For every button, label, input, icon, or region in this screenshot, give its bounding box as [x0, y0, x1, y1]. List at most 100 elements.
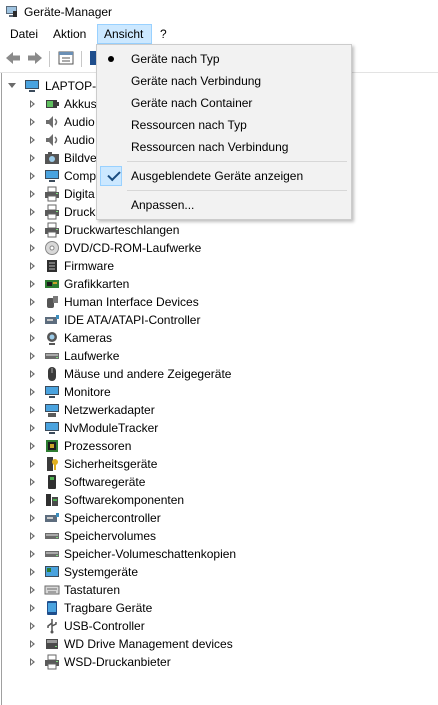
tree-category-label: Akkus	[64, 97, 97, 111]
tree-category[interactable]: IDE ATA/ATAPI-Controller	[0, 311, 438, 329]
monitor-icon	[44, 384, 60, 400]
tree-category-label: NvModuleTracker	[64, 421, 159, 435]
tree-category[interactable]: DVD/CD-ROM-Laufwerke	[0, 239, 438, 257]
tree-category[interactable]: Sicherheitsgeräte	[0, 455, 438, 473]
expand-arrow-icon[interactable]	[30, 154, 35, 162]
view-menu-item-label: Ressourcen nach Verbindung	[131, 140, 289, 154]
expand-arrow-icon[interactable]	[30, 478, 35, 486]
view-menu-dropdown: Geräte nach Typ Geräte nach Verbindung Ger…	[96, 44, 352, 220]
tree-category[interactable]: WD Drive Management devices	[0, 635, 438, 653]
collapse-arrow-icon[interactable]	[8, 83, 16, 88]
volume-icon	[44, 528, 60, 544]
expand-arrow-icon[interactable]	[30, 208, 35, 216]
menu-ansicht[interactable]: Ansicht	[97, 24, 152, 44]
computer-icon	[44, 168, 60, 184]
menu-aktion[interactable]: Aktion	[47, 24, 92, 44]
expand-arrow-icon[interactable]	[30, 568, 35, 576]
tree-category[interactable]: Speichervolumes	[0, 527, 438, 545]
expand-arrow-icon[interactable]	[30, 640, 35, 648]
menu-help[interactable]: ?	[154, 24, 173, 44]
view-menu-item[interactable]: Ausgeblendete Geräte anzeigen	[97, 165, 351, 187]
view-menu-item-label: Anpassen...	[131, 198, 195, 212]
tree-category[interactable]: Druckwarteschlangen	[0, 221, 438, 239]
tree-category[interactable]: NvModuleTracker	[0, 419, 438, 437]
tree-category[interactable]: Netzwerkadapter	[0, 401, 438, 419]
tree-category-label: Bildve	[64, 151, 97, 165]
tree-category[interactable]: Laufwerke	[0, 347, 438, 365]
tree-category[interactable]: Tragbare Geräte	[0, 599, 438, 617]
tree-category[interactable]: USB-Controller	[0, 617, 438, 635]
view-menu-item[interactable]: Geräte nach Container	[97, 92, 351, 114]
view-menu-item[interactable]: Ressourcen nach Verbindung	[97, 136, 351, 158]
view-menu-item[interactable]: Ressourcen nach Typ	[97, 114, 351, 136]
tree-category-label: Kameras	[64, 331, 113, 345]
view-menu-item[interactable]: Geräte nach Verbindung	[97, 70, 351, 92]
expand-arrow-icon[interactable]	[30, 100, 35, 108]
properties-icon[interactable]	[57, 49, 75, 67]
tree-category[interactable]: Tastaturen	[0, 581, 438, 599]
expand-arrow-icon[interactable]	[30, 316, 35, 324]
tree-category[interactable]: Speicher-Volumeschattenkopien	[0, 545, 438, 563]
tree-category[interactable]: Softwarekomponenten	[0, 491, 438, 509]
view-menu-item-label: Ressourcen nach Typ	[131, 118, 247, 132]
tree-category[interactable]: Grafikkarten	[0, 275, 438, 293]
audio-icon	[44, 114, 60, 130]
tree-category-label: Druck	[64, 205, 96, 219]
disc-icon	[44, 240, 60, 256]
expand-arrow-icon[interactable]	[30, 424, 35, 432]
tree-category[interactable]: Prozessoren	[0, 437, 438, 455]
expand-arrow-icon[interactable]	[30, 550, 35, 558]
security-key-icon	[44, 456, 60, 472]
expand-arrow-icon[interactable]	[30, 622, 35, 630]
expand-arrow-icon[interactable]	[30, 514, 35, 522]
expand-arrow-icon[interactable]	[30, 604, 35, 612]
expand-arrow-icon[interactable]	[30, 334, 35, 342]
battery-icon	[44, 96, 60, 112]
back-arrow-icon[interactable]	[4, 49, 22, 67]
monitor-icon	[44, 420, 60, 436]
tree-category[interactable]: Kameras	[0, 329, 438, 347]
tree-category-label: IDE ATA/ATAPI-Controller	[64, 313, 201, 327]
tree-category[interactable]: WSD-Druckanbieter	[0, 653, 438, 671]
expand-arrow-icon[interactable]	[30, 406, 35, 414]
expand-arrow-icon[interactable]	[30, 190, 35, 198]
tree-category[interactable]: Firmware	[0, 257, 438, 275]
tree-category-label: Tastaturen	[64, 583, 121, 597]
expand-arrow-icon[interactable]	[30, 442, 35, 450]
view-menu-item-label: Geräte nach Verbindung	[131, 74, 262, 88]
view-menu-item[interactable]: Anpassen...	[97, 194, 351, 216]
audio-icon	[44, 132, 60, 148]
expand-arrow-icon[interactable]	[30, 586, 35, 594]
menu-datei[interactable]: Datei	[4, 24, 44, 44]
expand-arrow-icon[interactable]	[30, 136, 35, 144]
expand-arrow-icon[interactable]	[30, 118, 35, 126]
tree-category-label: Audio	[64, 133, 95, 147]
expand-arrow-icon[interactable]	[30, 262, 35, 270]
expand-arrow-icon[interactable]	[30, 388, 35, 396]
mouse-icon	[44, 366, 60, 382]
expand-arrow-icon[interactable]	[30, 244, 35, 252]
tree-category-label: Tragbare Geräte	[64, 601, 153, 615]
view-menu-item[interactable]: Geräte nach Typ	[97, 48, 351, 70]
expand-arrow-icon[interactable]	[30, 532, 35, 540]
tree-category[interactable]: Speichercontroller	[0, 509, 438, 527]
tree-category[interactable]: Monitore	[0, 383, 438, 401]
tree-category[interactable]: Human Interface Devices	[0, 293, 438, 311]
expand-arrow-icon[interactable]	[30, 496, 35, 504]
expand-arrow-icon[interactable]	[30, 460, 35, 468]
expand-arrow-icon[interactable]	[30, 352, 35, 360]
expand-arrow-icon[interactable]	[30, 172, 35, 180]
tree-category[interactable]: Systemgeräte	[0, 563, 438, 581]
tree-category[interactable]: Mäuse und andere Zeigegeräte	[0, 365, 438, 383]
forward-arrow-icon[interactable]	[26, 49, 44, 67]
tree-category[interactable]: Softwaregeräte	[0, 473, 438, 491]
tree-category-label: Sicherheitsgeräte	[64, 457, 158, 471]
ide-controller-icon	[44, 312, 60, 328]
expand-arrow-icon[interactable]	[30, 298, 35, 306]
expand-arrow-icon[interactable]	[30, 226, 35, 234]
tree-category-label: Human Interface Devices	[64, 295, 199, 309]
expand-arrow-icon[interactable]	[30, 658, 35, 666]
expand-arrow-icon[interactable]	[30, 370, 35, 378]
expand-arrow-icon[interactable]	[30, 280, 35, 288]
webcam-icon	[44, 330, 60, 346]
